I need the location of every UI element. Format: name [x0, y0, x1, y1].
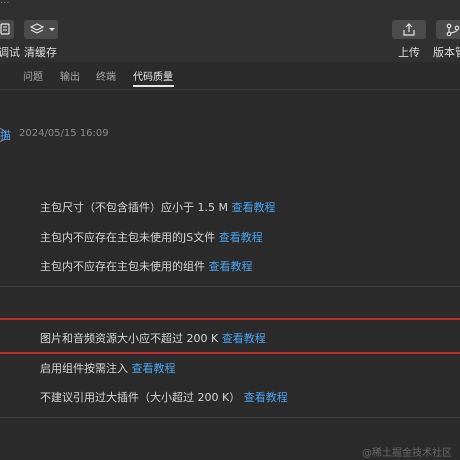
tab-terminal[interactable]: 终端 — [96, 68, 116, 83]
view-tutorial-link[interactable]: 查看教程 — [244, 391, 288, 404]
debug-button[interactable] — [0, 20, 14, 39]
version-icon — [446, 23, 460, 36]
view-tutorial-link[interactable]: 查看教程 — [209, 260, 253, 273]
view-tutorial-link[interactable]: 查看教程 — [231, 201, 275, 214]
highlight-border-bottom — [0, 352, 460, 354]
clear-cache-label: 清缓存 — [24, 46, 57, 59]
list-item-text: 主包内不应存在主包未使用的组件 — [40, 260, 209, 273]
list-item-text: 主包尺寸（不包含插件）应小于 1.5 M — [40, 201, 232, 214]
view-tutorial-link[interactable]: 查看教程 — [132, 362, 176, 375]
debug-icon — [0, 23, 10, 35]
rescan-link[interactable]: 描 — [0, 127, 11, 143]
list-item-text: 主包内不应存在主包未使用的JS文件 — [40, 231, 219, 244]
upload-button[interactable] — [392, 20, 426, 39]
list-item: 主包尺寸（不包含插件）应小于 1.5 M 查看教程 — [40, 199, 275, 215]
list-item-text: 图片和音频资源大小应不超过 200 K — [40, 332, 222, 345]
list-item: 启用组件按需注入 查看教程 — [40, 360, 176, 376]
version-button[interactable] — [436, 20, 460, 39]
upload-icon — [403, 23, 415, 36]
view-tutorial-link[interactable]: 查看教程 — [222, 332, 266, 345]
section-divider — [0, 417, 460, 418]
version-label: 版本管 — [433, 46, 460, 59]
layers-icon — [30, 23, 44, 34]
tab-output[interactable]: 输出 — [60, 68, 80, 83]
list-item: 不建议引用过大插件（大小超过 200 K） 查看教程 — [40, 389, 288, 405]
highlight-border-top — [0, 318, 460, 320]
list-item: 图片和音频资源大小应不超过 200 K 查看教程 — [40, 330, 266, 346]
active-tab-indicator — [133, 85, 174, 87]
tab-problems[interactable]: 问题 — [23, 68, 43, 83]
view-tutorial-link[interactable]: 查看教程 — [219, 231, 263, 244]
tab-code-quality[interactable]: 代码质量 — [133, 68, 173, 83]
section-divider — [0, 286, 460, 287]
list-item-text: 不建议引用过大插件（大小超过 200 K） — [40, 391, 244, 404]
toolbar: ... 调试 清缓存 上传 版本 — [0, 0, 460, 62]
list-item: 主包内不应存在主包未使用的JS文件 查看教程 — [40, 229, 263, 245]
chevron-down-icon — [49, 28, 55, 31]
scan-timestamp: 2024/05/15 16:09 — [19, 128, 109, 139]
list-item: 主包内不应存在主包未使用的组件 查看教程 — [40, 258, 253, 274]
panel-tabs: 问题 输出 终端 代码质量 — [0, 62, 460, 142]
window-title: ... — [0, 0, 10, 6]
list-item-text: 启用组件按需注入 — [40, 362, 132, 375]
clear-cache-button[interactable] — [24, 20, 58, 39]
upload-label: 上传 — [398, 46, 420, 59]
debug-label: 调试 — [0, 46, 20, 59]
watermark: @稀土掘金技术社区 — [362, 448, 452, 459]
